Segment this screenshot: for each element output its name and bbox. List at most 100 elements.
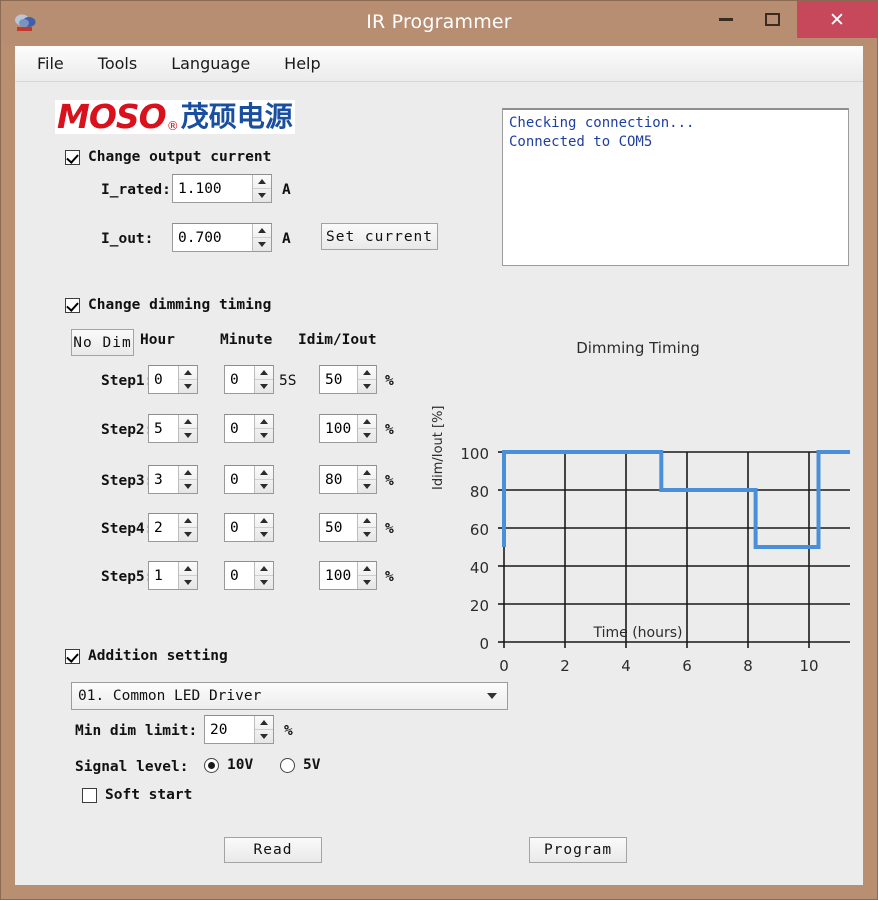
step1-minute-stepper[interactable] xyxy=(254,366,273,393)
step3-percent-unit: % xyxy=(385,473,394,489)
step5-minute-input[interactable]: 0 xyxy=(224,561,274,590)
step5-idim-input[interactable]: 100 xyxy=(319,561,377,590)
i-out-input[interactable]: 0.700 xyxy=(172,223,272,252)
signal-level-5v-radio[interactable]: 5V xyxy=(280,757,320,773)
step4-minute-stepper[interactable] xyxy=(254,514,273,541)
i-out-increment[interactable] xyxy=(253,224,271,238)
i-rated-decrement[interactable] xyxy=(253,189,271,203)
menu-item-tools[interactable]: Tools xyxy=(94,52,141,75)
change-output-current-checkbox[interactable]: Change output current xyxy=(65,149,271,165)
step4-hour-decrement[interactable] xyxy=(179,528,197,542)
step5-idim-decrement[interactable] xyxy=(358,576,376,590)
step3-hour-input[interactable]: 3 xyxy=(148,465,198,494)
step4-minute-decrement[interactable] xyxy=(255,528,273,542)
step5-percent-unit: % xyxy=(385,569,394,585)
step2-minute-stepper[interactable] xyxy=(254,415,273,442)
step1-idim-input[interactable]: 50 xyxy=(319,365,377,394)
step2-idim-increment[interactable] xyxy=(358,415,376,429)
step5-idim-increment[interactable] xyxy=(358,562,376,576)
step3-idim-input[interactable]: 80 xyxy=(319,465,377,494)
step3-hour-decrement[interactable] xyxy=(179,480,197,494)
step1-idim-stepper[interactable] xyxy=(357,366,376,393)
menu-item-language[interactable]: Language xyxy=(167,52,254,75)
step3-minute-stepper[interactable] xyxy=(254,466,273,493)
step5-hour-input[interactable]: 1 xyxy=(148,561,198,590)
i-rated-increment[interactable] xyxy=(253,175,271,189)
min-dim-increment[interactable] xyxy=(255,716,273,730)
soft-start-checkbox[interactable]: Soft start xyxy=(82,787,192,803)
i-out-decrement[interactable] xyxy=(253,238,271,252)
signal-level-10v-label: 10V xyxy=(227,757,253,773)
i-rated-value: 1.100 xyxy=(173,181,252,197)
menu-item-help[interactable]: Help xyxy=(280,52,324,75)
step5-hour-stepper[interactable] xyxy=(178,562,197,589)
step2-minute-decrement[interactable] xyxy=(255,429,273,443)
step1-idim-increment[interactable] xyxy=(358,366,376,380)
no-dim-button[interactable]: No Dim xyxy=(71,329,134,356)
step2-idim-decrement[interactable] xyxy=(358,429,376,443)
step2-minute-increment[interactable] xyxy=(255,415,273,429)
step5-hour-increment[interactable] xyxy=(179,562,197,576)
chevron-down-icon xyxy=(184,433,192,438)
change-dimming-timing-checkbox[interactable]: Change dimming timing xyxy=(65,297,271,313)
read-button[interactable]: Read xyxy=(224,837,322,863)
column-header-minute: Minute xyxy=(220,332,272,348)
set-current-button[interactable]: Set current xyxy=(321,223,438,250)
step2-idim-input[interactable]: 100 xyxy=(319,414,377,443)
min-dim-decrement[interactable] xyxy=(255,730,273,744)
step4-minute-increment[interactable] xyxy=(255,514,273,528)
step2-hour-increment[interactable] xyxy=(179,415,197,429)
step4-idim-input[interactable]: 50 xyxy=(319,513,377,542)
menu-item-file[interactable]: File xyxy=(33,52,68,75)
step4-idim-stepper[interactable] xyxy=(357,514,376,541)
chevron-up-icon xyxy=(260,419,268,424)
step3-idim-stepper[interactable] xyxy=(357,466,376,493)
step1-hour-stepper[interactable] xyxy=(178,366,197,393)
step3-hour-increment[interactable] xyxy=(179,466,197,480)
status-log-box[interactable]: Checking connection... Connected to COM5 xyxy=(502,108,849,266)
step1-minute-decrement[interactable] xyxy=(255,380,273,394)
step4-hour-stepper[interactable] xyxy=(178,514,197,541)
step1-minute-increment[interactable] xyxy=(255,366,273,380)
step3-minute-increment[interactable] xyxy=(255,466,273,480)
driver-select[interactable]: 01. Common LED Driver xyxy=(71,682,508,710)
step5-minute-stepper[interactable] xyxy=(254,562,273,589)
step1-hour-increment[interactable] xyxy=(179,366,197,380)
step3-hour-stepper[interactable] xyxy=(178,466,197,493)
step1-idim-decrement[interactable] xyxy=(358,380,376,394)
signal-level-10v-radio[interactable]: 10V xyxy=(204,757,253,773)
step2-hour-decrement[interactable] xyxy=(179,429,197,443)
step2-hour-stepper[interactable] xyxy=(178,415,197,442)
min-dim-limit-stepper[interactable] xyxy=(254,716,273,743)
step4-hour-input[interactable]: 2 xyxy=(148,513,198,542)
step1-minute-input[interactable]: 0 xyxy=(224,365,274,394)
step3-minute-input[interactable]: 0 xyxy=(224,465,274,494)
step2-hour-input[interactable]: 5 xyxy=(148,414,198,443)
step4-hour-increment[interactable] xyxy=(179,514,197,528)
step5-minute-decrement[interactable] xyxy=(255,576,273,590)
min-dim-limit-input[interactable]: 20 xyxy=(204,715,274,744)
step1-hour-decrement[interactable] xyxy=(179,380,197,394)
chevron-down-icon xyxy=(260,484,268,489)
i-rated-input[interactable]: 1.100 xyxy=(172,174,272,203)
step5-hour-decrement[interactable] xyxy=(179,576,197,590)
program-button[interactable]: Program xyxy=(529,837,627,863)
maximize-button[interactable] xyxy=(749,1,795,38)
close-button[interactable]: ✕ xyxy=(797,1,877,38)
step1-hour-value: 0 xyxy=(149,372,178,388)
step5-idim-stepper[interactable] xyxy=(357,562,376,589)
step2-minute-input[interactable]: 0 xyxy=(224,414,274,443)
step3-idim-decrement[interactable] xyxy=(358,480,376,494)
step5-minute-increment[interactable] xyxy=(255,562,273,576)
step3-minute-decrement[interactable] xyxy=(255,480,273,494)
step4-minute-input[interactable]: 0 xyxy=(224,513,274,542)
addition-setting-checkbox[interactable]: Addition setting xyxy=(65,648,228,664)
i-rated-stepper[interactable] xyxy=(252,175,271,202)
step2-idim-stepper[interactable] xyxy=(357,415,376,442)
step4-idim-decrement[interactable] xyxy=(358,528,376,542)
step4-idim-increment[interactable] xyxy=(358,514,376,528)
minimize-button[interactable] xyxy=(703,1,749,38)
i-out-stepper[interactable] xyxy=(252,224,271,251)
step3-idim-increment[interactable] xyxy=(358,466,376,480)
step1-hour-input[interactable]: 0 xyxy=(148,365,198,394)
